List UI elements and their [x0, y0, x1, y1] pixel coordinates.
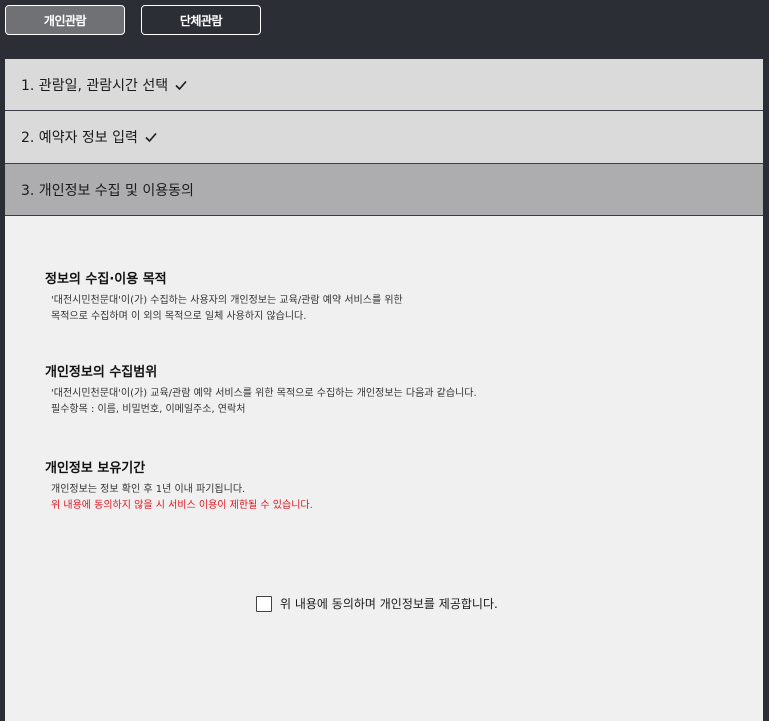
step-label: 1. 관람일, 관람시간 선택	[21, 77, 169, 94]
step-booker-info[interactable]: 2. 예약자 정보 입력	[5, 111, 763, 164]
reservation-panel: 1. 관람일, 관람시간 선택 2. 예약자 정보 입력 3. 개인정보 수집 …	[5, 59, 763, 721]
step-date-time[interactable]: 1. 관람일, 관람시간 선택	[5, 59, 763, 111]
step-label: 3. 개인정보 수집 및 이용동의	[21, 182, 194, 199]
booking-type-tabs: 개인관람 단체관람	[0, 0, 769, 59]
section-title: 개인정보 보유기간	[45, 461, 146, 476]
warning-text: 위 내용에 동의하지 않을 시 서비스 이용이 제한될 수 있습니다.	[51, 500, 313, 511]
consent-checkbox-row[interactable]: 위 내용에 동의하며 개인정보를 제공합니다.	[256, 595, 498, 612]
tab-individual-visit[interactable]: 개인관람	[5, 5, 125, 35]
section-text: 필수항목 : 이름, 비밀번호, 이메일주소, 연락처	[51, 404, 246, 415]
step-label: 2. 예약자 정보 입력	[21, 130, 138, 146]
section-retention-period: 개인정보 보유기간 개인정보는 정보 확인 후 1년 이내 파기됩니다. 위 내…	[45, 457, 725, 514]
consent-checkbox[interactable]	[256, 595, 272, 612]
section-title: 개인정보의 수집범위	[45, 365, 158, 380]
section-text: 목적으로 수집하며 이 외의 목적으로 일체 사용하지 않습니다.	[51, 311, 307, 322]
checkmark-icon	[145, 132, 157, 143]
step-privacy-consent[interactable]: 3. 개인정보 수집 및 이용동의	[5, 164, 763, 216]
section-collection-purpose: 정보의 수집·이용 목적 '대전시민천문대'이(가) 수집하는 사용자의 개인정…	[45, 268, 725, 325]
checkmark-icon	[175, 80, 187, 90]
section-title: 정보의 수집·이용 목적	[45, 272, 167, 287]
tab-group-visit[interactable]: 단체관람	[141, 5, 261, 35]
section-collection-scope: 개인정보의 수집범위 '대전시민천문대'이(가) 교육/관람 예약 서비스를 위…	[45, 361, 725, 418]
section-text: '대전시민천문대'이(가) 교육/관람 예약 서비스를 위한 목적으로 수집하는…	[51, 388, 477, 399]
section-text: '대전시민천문대'이(가) 수집하는 사용자의 개인정보는 교육/관람 예약 서…	[51, 295, 403, 306]
consent-label[interactable]: 위 내용에 동의하며 개인정보를 제공합니다.	[280, 595, 498, 612]
section-text: 개인정보는 정보 확인 후 1년 이내 파기됩니다.	[51, 484, 246, 495]
